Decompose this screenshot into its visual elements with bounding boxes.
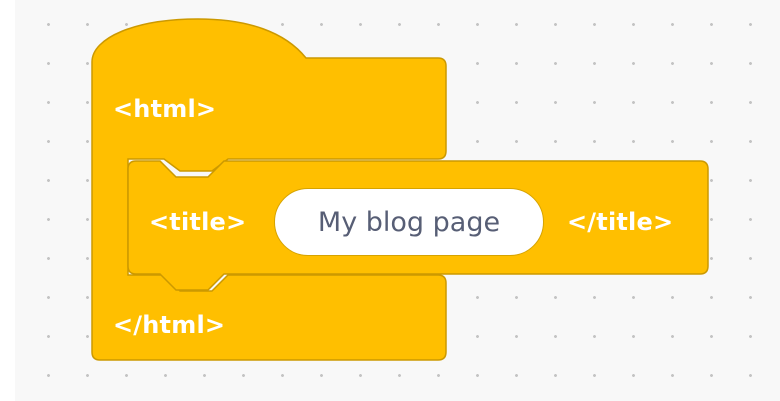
html-close-label: </html> <box>113 311 226 339</box>
title-open-label: <title> <box>149 208 247 236</box>
title-text-input[interactable]: My blog page <box>274 188 544 256</box>
title-text-value: My blog page <box>317 206 501 238</box>
html-open-label: <html> <box>113 95 217 123</box>
title-close-label: </title> <box>567 208 674 236</box>
